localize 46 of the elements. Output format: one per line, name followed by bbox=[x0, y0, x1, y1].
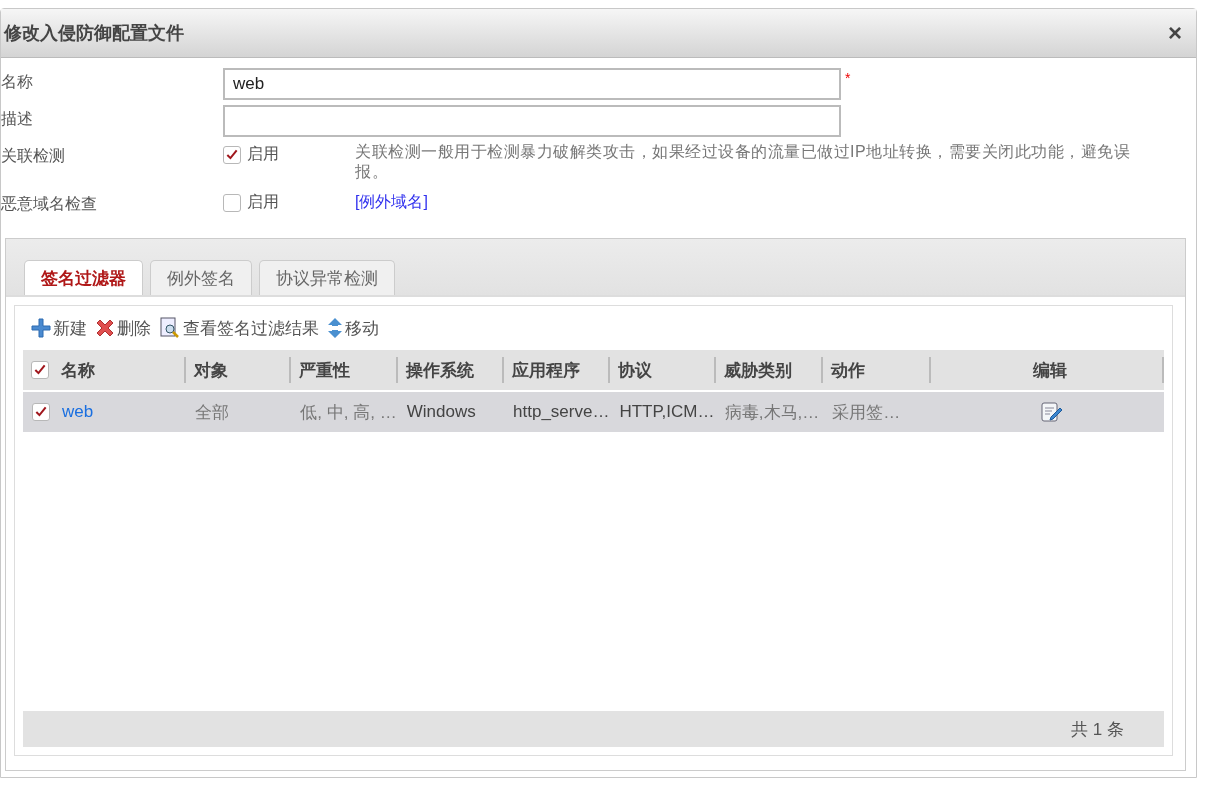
edit-icon[interactable] bbox=[1040, 402, 1063, 422]
checkbox[interactable] bbox=[223, 193, 241, 212]
column-header[interactable]: 严重性 bbox=[299, 358, 351, 382]
up-down-arrows-icon bbox=[327, 317, 343, 339]
table-cell-text: 病毒,木马,… bbox=[724, 401, 820, 424]
toolbar-button[interactable]: 删除 bbox=[95, 316, 151, 340]
tab[interactable]: 签名过滤器 bbox=[24, 260, 143, 295]
text-field[interactable]: web bbox=[223, 68, 841, 100]
toolbar-button[interactable]: 新建 bbox=[31, 316, 87, 340]
table-cell: Windows bbox=[406, 402, 476, 422]
field-label: 关联检测 bbox=[1, 146, 66, 166]
record-count: 共 1 条 bbox=[1071, 718, 1124, 741]
toolbar-button[interactable]: 移动 bbox=[327, 316, 379, 340]
table-cell-text: 低, 中, 高, … bbox=[300, 401, 397, 424]
document-magnifier-icon bbox=[159, 317, 181, 339]
column-header[interactable]: 对象 bbox=[194, 358, 228, 382]
column-header[interactable]: 编辑 bbox=[1033, 358, 1068, 382]
column-header[interactable]: 协议 bbox=[618, 358, 653, 382]
checkbox-label: 启用 bbox=[247, 144, 279, 164]
text-field[interactable] bbox=[223, 105, 841, 137]
table-cell-text: 采用签… bbox=[832, 401, 901, 424]
table-cell-text: 全部 bbox=[195, 401, 229, 424]
checkbox[interactable] bbox=[223, 145, 241, 164]
field-label: 名称 bbox=[1, 72, 34, 92]
column-header[interactable]: 威胁类别 bbox=[723, 358, 792, 382]
column-header[interactable]: 操作系统 bbox=[405, 358, 474, 382]
field-label: 恶意域名检查 bbox=[1, 194, 98, 214]
exception-link[interactable]: [例外域名] bbox=[355, 192, 428, 213]
table-cell: HTTP,ICM… bbox=[619, 402, 715, 422]
checkbox-label: 启用 bbox=[247, 192, 279, 212]
column-header[interactable]: 动作 bbox=[831, 358, 866, 382]
checkbox[interactable] bbox=[31, 361, 49, 379]
checkbox[interactable] bbox=[32, 403, 50, 421]
column-header[interactable]: 名称 bbox=[61, 358, 95, 382]
table-cell: http_serve… bbox=[513, 402, 610, 422]
hint-text: 关联检测一般用于检测暴力破解类攻击，如果经过设备的流量已做过IP地址转换，需要关闭此功能，避免误报。 bbox=[355, 142, 1132, 182]
plus-icon bbox=[31, 318, 51, 338]
close-button[interactable]: × bbox=[1168, 19, 1182, 47]
required-mark: * bbox=[845, 70, 851, 86]
dialog-title: 修改入侵防御配置文件 bbox=[4, 21, 184, 45]
tab[interactable]: 例外签名 bbox=[150, 260, 252, 295]
x-mark-icon bbox=[95, 318, 115, 338]
column-header[interactable]: 应用程序 bbox=[512, 358, 581, 382]
tab[interactable]: 协议异常检测 bbox=[259, 260, 395, 295]
field-label: 描述 bbox=[1, 109, 34, 129]
toolbar-button[interactable]: 查看签名过滤结果 bbox=[159, 316, 319, 340]
